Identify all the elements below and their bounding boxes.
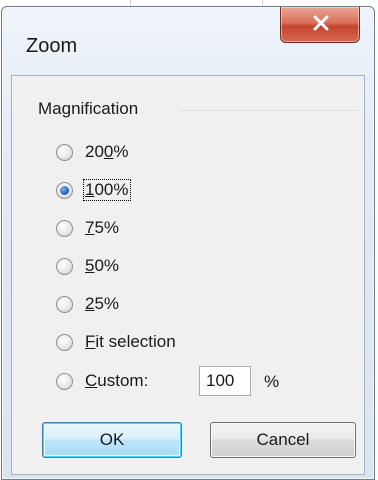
radio-option-25[interactable]: 25% — [56, 292, 120, 316]
radio-label-custom: Custom: — [85, 371, 149, 390]
radio-label-100: 100% — [83, 179, 131, 201]
radio-100[interactable] — [56, 181, 73, 199]
radio-option-custom[interactable]: Custom: — [56, 369, 149, 393]
dialog-title: Zoom — [26, 35, 78, 57]
dialog-titlebar[interactable]: Zoom — [2, 7, 374, 79]
radio-label-200: 200% — [85, 142, 129, 161]
radio-25[interactable] — [56, 295, 73, 313]
radio-label-50: 50% — [85, 256, 120, 275]
magnification-group-label: Magnification — [38, 99, 139, 119]
zoom-dialog: Zoom Magnification 200% 100% 75% 50% 25%… — [1, 6, 375, 480]
close-x-icon — [313, 15, 329, 31]
custom-percent-label: % — [264, 372, 280, 391]
dialog-body: Magnification 200% 100% 75% 50% 25% Fit … — [11, 75, 365, 475]
close-button[interactable] — [280, 7, 360, 43]
radio-fit-selection[interactable] — [56, 333, 73, 351]
radio-option-fit-selection[interactable]: Fit selection — [56, 330, 177, 354]
custom-zoom-input[interactable] — [199, 366, 251, 396]
radio-option-50[interactable]: 50% — [56, 254, 120, 278]
radio-label-25: 25% — [85, 294, 120, 313]
radio-200[interactable] — [56, 143, 73, 161]
cancel-button[interactable]: Cancel — [210, 422, 356, 458]
radio-custom[interactable] — [56, 372, 73, 390]
radio-label-fit-selection: Fit selection — [85, 332, 176, 351]
radio-75[interactable] — [56, 219, 73, 237]
radio-50[interactable] — [56, 257, 73, 275]
radio-option-100[interactable]: 100% — [56, 178, 131, 202]
group-divider — [180, 110, 358, 111]
ok-button[interactable]: OK — [42, 422, 182, 458]
radio-option-75[interactable]: 75% — [56, 216, 120, 240]
radio-label-75: 75% — [85, 218, 120, 237]
radio-option-200[interactable]: 200% — [56, 140, 130, 164]
